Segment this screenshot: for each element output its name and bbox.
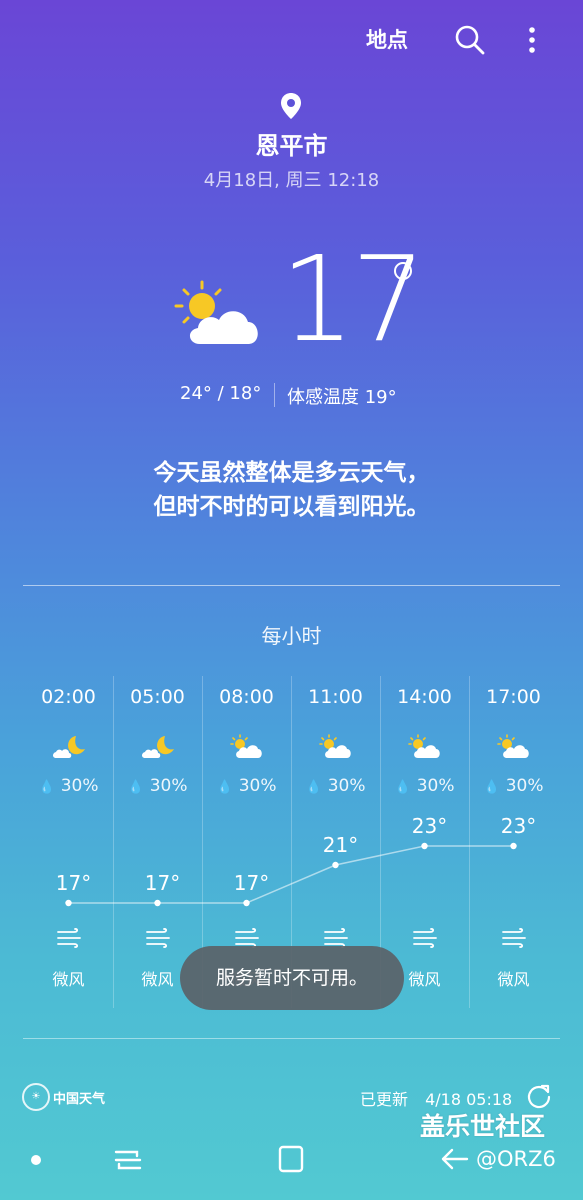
hour-temperature: 23° <box>500 814 537 838</box>
high-low-temperature: 24° / 18° <box>180 383 262 404</box>
current-temperature: 17 <box>280 230 426 368</box>
summary-line: 今天虽然整体是多云天气， <box>153 460 430 486</box>
rain-value: 30% <box>505 776 544 796</box>
wind-icon <box>324 928 348 948</box>
rain-probability: 💧 30% <box>113 776 202 796</box>
provider-seal-icon: ☀ <box>22 1083 50 1111</box>
summary-line: 但时不时的可以看到阳光。 <box>153 494 430 520</box>
temperature-point <box>154 899 161 907</box>
locations-button[interactable]: 地点 <box>366 24 408 54</box>
hour-time: 05:00 <box>130 686 185 708</box>
section-divider <box>23 585 560 586</box>
moon-cloud-icon <box>141 734 175 760</box>
hour-temperature: 17° <box>55 871 92 895</box>
nav-indicator-dot[interactable] <box>31 1155 41 1165</box>
more-options-icon[interactable] <box>520 22 544 58</box>
wind-icon <box>502 928 526 948</box>
raindrop-icon: 💧 <box>394 780 411 795</box>
temperature-point <box>332 861 339 869</box>
wind-icon <box>413 928 437 948</box>
hour-time: 11:00 <box>308 686 363 708</box>
wind-label: 微风 <box>52 970 85 989</box>
provider-name: 中国天气 <box>53 1091 106 1107</box>
rain-value: 30% <box>149 776 188 796</box>
watermark-handle: @ORZ6 <box>476 1147 556 1171</box>
recent-apps-icon[interactable] <box>113 1146 143 1174</box>
city-name[interactable]: 恩平市 <box>0 126 583 161</box>
rain-value: 30% <box>238 776 277 796</box>
hour-time: 17:00 <box>486 686 541 708</box>
divider <box>274 383 275 407</box>
temperature-point <box>243 899 250 907</box>
raindrop-icon: 💧 <box>127 780 144 795</box>
sun-cloud-icon <box>319 734 353 760</box>
sun-cloud-icon <box>408 734 442 760</box>
hourly-title: 每小时 <box>261 624 322 648</box>
raindrop-icon: 💧 <box>216 780 233 795</box>
feels-like-temperature: 体感温度 19° <box>287 387 397 408</box>
rain-value: 30% <box>416 776 455 796</box>
rain-probability: 💧 30% <box>291 776 380 796</box>
toast-message: 服务暂时不可用。 <box>180 946 404 1010</box>
weather-summary: 今天虽然整体是多云天气， 但时不时的可以看到阳光。 <box>0 456 583 524</box>
raindrop-icon: 💧 <box>38 780 55 795</box>
watermark: 盖乐世社区 <box>420 1112 546 1141</box>
wind-icon <box>57 928 81 948</box>
section-divider <box>23 1038 560 1039</box>
degree-symbol <box>394 262 412 280</box>
rain-value: 30% <box>327 776 366 796</box>
updated-label: 已更新 <box>360 1090 409 1109</box>
wind-icon <box>146 928 170 948</box>
temperature-point <box>65 899 72 907</box>
hour-temperature: 17° <box>144 871 181 895</box>
hour-time: 14:00 <box>397 686 452 708</box>
temperature-point <box>510 842 517 850</box>
location-pin-icon <box>279 92 303 120</box>
hour-time: 08:00 <box>219 686 274 708</box>
rain-probability: 💧 30% <box>24 776 113 796</box>
rain-probability: 💧 30% <box>380 776 469 796</box>
back-icon[interactable] <box>439 1144 469 1174</box>
raindrop-icon: 💧 <box>483 780 500 795</box>
rain-probability: 💧 30% <box>202 776 291 796</box>
rain-value: 30% <box>60 776 99 796</box>
hour-temperature: 17° <box>233 871 270 895</box>
search-icon[interactable] <box>452 22 488 58</box>
hour-time: 02:00 <box>41 686 96 708</box>
moon-cloud-icon <box>52 734 86 760</box>
wind-icon <box>235 928 259 948</box>
hour-temperature: 23° <box>411 814 448 838</box>
refresh-icon[interactable] <box>526 1083 552 1109</box>
sun-cloud-icon <box>230 734 264 760</box>
update-datetime: 4月18日, 周三 12:18 <box>203 170 380 191</box>
home-icon[interactable] <box>276 1144 306 1174</box>
raindrop-icon: 💧 <box>305 780 322 795</box>
rain-probability: 💧 30% <box>469 776 558 796</box>
weather-provider-logo[interactable]: ☀ 中国天气 <box>22 1082 105 1112</box>
wind-label: 微风 <box>497 970 530 989</box>
hour-temperature: 21° <box>322 833 359 857</box>
sun-cloud-icon <box>497 734 531 760</box>
temperature-point <box>421 842 428 850</box>
partly-cloudy-icon <box>172 280 264 352</box>
